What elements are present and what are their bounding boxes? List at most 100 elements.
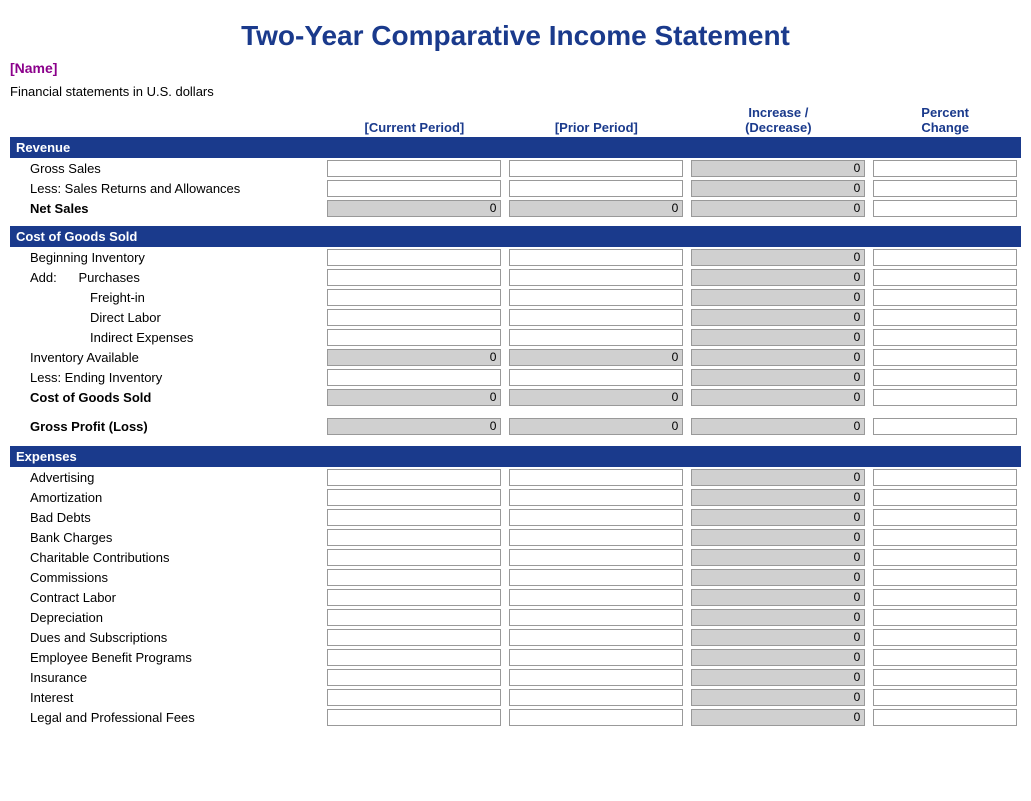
insurance-current-input[interactable] <box>327 669 501 686</box>
gross-profit-increase-val: 0 <box>691 418 865 435</box>
current-period-header: [Current Period] <box>323 101 505 137</box>
ending-inventory-percent-input[interactable] <box>873 369 1017 386</box>
interest-row: Interest 0 <box>10 687 1021 707</box>
bad-debts-prior-input[interactable] <box>509 509 683 526</box>
beginning-inventory-percent-input[interactable] <box>873 249 1017 266</box>
net-sales-increase-val: 0 <box>691 200 865 217</box>
freight-percent-input[interactable] <box>873 289 1017 306</box>
ending-inventory-prior-input[interactable] <box>509 369 683 386</box>
spacer-1 <box>10 218 1021 226</box>
dues-subscriptions-current-input[interactable] <box>327 629 501 646</box>
depreciation-increase-val: 0 <box>691 609 865 626</box>
advertising-prior-input[interactable] <box>509 469 683 486</box>
beginning-inventory-label: Beginning Inventory <box>10 247 323 267</box>
indirect-expenses-row: Indirect Expenses 0 <box>10 327 1021 347</box>
inventory-available-current-val: 0 <box>327 349 501 366</box>
beginning-inventory-prior-input[interactable] <box>509 249 683 266</box>
direct-labor-prior-input[interactable] <box>509 309 683 326</box>
bank-charges-percent-input[interactable] <box>873 529 1017 546</box>
purchases-row: Add: Purchases 0 <box>10 267 1021 287</box>
charitable-contributions-current-input[interactable] <box>327 549 501 566</box>
page: Two-Year Comparative Income Statement [N… <box>0 0 1031 747</box>
cogs-percent-input[interactable] <box>873 389 1017 406</box>
freight-label: Freight-in <box>10 287 323 307</box>
purchases-prior-input[interactable] <box>509 269 683 286</box>
table-wrapper: Financial statements in U.S. dollars [Cu… <box>10 84 1021 727</box>
purchases-increase-val: 0 <box>691 269 865 286</box>
gross-sales-prior-cell <box>505 158 687 178</box>
add-label: Add: <box>30 270 75 285</box>
commissions-percent-input[interactable] <box>873 569 1017 586</box>
legal-fees-row: Legal and Professional Fees 0 <box>10 707 1021 727</box>
employee-benefit-prior-input[interactable] <box>509 649 683 666</box>
legal-fees-current-input[interactable] <box>327 709 501 726</box>
indirect-expenses-current-input[interactable] <box>327 329 501 346</box>
charitable-contributions-prior-input[interactable] <box>509 549 683 566</box>
freight-current-input[interactable] <box>327 289 501 306</box>
column-headers: [Current Period] [Prior Period] Increase… <box>10 101 1021 137</box>
purchases-percent-input[interactable] <box>873 269 1017 286</box>
gross-profit-percent-input[interactable] <box>873 418 1017 435</box>
charitable-contributions-percent-input[interactable] <box>873 549 1017 566</box>
amortization-label: Amortization <box>10 487 323 507</box>
advertising-current-input[interactable] <box>327 469 501 486</box>
commissions-current-input[interactable] <box>327 569 501 586</box>
bad-debts-percent-input[interactable] <box>873 509 1017 526</box>
legal-fees-percent-input[interactable] <box>873 709 1017 726</box>
interest-percent-input[interactable] <box>873 689 1017 706</box>
spacer-2 <box>10 407 1021 415</box>
bank-charges-current-input[interactable] <box>327 529 501 546</box>
dues-subscriptions-row: Dues and Subscriptions 0 <box>10 627 1021 647</box>
interest-current-input[interactable] <box>327 689 501 706</box>
gross-profit-prior-val: 0 <box>509 418 683 435</box>
bank-charges-prior-input[interactable] <box>509 529 683 546</box>
income-statement-table: Financial statements in U.S. dollars [Cu… <box>10 84 1021 727</box>
freight-row: Freight-in 0 <box>10 287 1021 307</box>
indirect-expenses-prior-input[interactable] <box>509 329 683 346</box>
amortization-prior-input[interactable] <box>509 489 683 506</box>
direct-labor-label: Direct Labor <box>10 307 323 327</box>
contract-labor-prior-input[interactable] <box>509 589 683 606</box>
advertising-percent-input[interactable] <box>873 469 1017 486</box>
employee-benefit-percent-input[interactable] <box>873 649 1017 666</box>
insurance-percent-input[interactable] <box>873 669 1017 686</box>
gross-sales-label: Gross Sales <box>10 158 323 178</box>
purchases-current-input[interactable] <box>327 269 501 286</box>
amortization-current-input[interactable] <box>327 489 501 506</box>
freight-prior-input[interactable] <box>509 289 683 306</box>
dues-subscriptions-prior-input[interactable] <box>509 629 683 646</box>
bad-debts-current-input[interactable] <box>327 509 501 526</box>
gross-sales-current-input[interactable] <box>327 160 501 177</box>
net-sales-percent-input[interactable] <box>873 200 1017 217</box>
dues-subscriptions-percent-input[interactable] <box>873 629 1017 646</box>
depreciation-percent-input[interactable] <box>873 609 1017 626</box>
direct-labor-current-input[interactable] <box>327 309 501 326</box>
sales-returns-prior-input[interactable] <box>509 180 683 197</box>
insurance-prior-input[interactable] <box>509 669 683 686</box>
beginning-inventory-current-input[interactable] <box>327 249 501 266</box>
gross-sales-percent-input[interactable] <box>873 160 1017 177</box>
legal-fees-prior-input[interactable] <box>509 709 683 726</box>
contract-labor-percent-input[interactable] <box>873 589 1017 606</box>
commissions-label: Commissions <box>10 567 323 587</box>
depreciation-current-input[interactable] <box>327 609 501 626</box>
gross-sales-prior-input[interactable] <box>509 160 683 177</box>
expenses-section-header: Expenses <box>10 446 1021 467</box>
direct-labor-percent-input[interactable] <box>873 309 1017 326</box>
employee-benefit-current-input[interactable] <box>327 649 501 666</box>
sales-returns-current-input[interactable] <box>327 180 501 197</box>
cogs-total-label: Cost of Goods Sold <box>10 387 323 407</box>
indirect-expenses-percent-input[interactable] <box>873 329 1017 346</box>
insurance-row: Insurance 0 <box>10 667 1021 687</box>
amortization-percent-input[interactable] <box>873 489 1017 506</box>
sales-returns-percent-input[interactable] <box>873 180 1017 197</box>
inventory-available-percent-input[interactable] <box>873 349 1017 366</box>
commissions-prior-input[interactable] <box>509 569 683 586</box>
dues-subscriptions-increase-val: 0 <box>691 629 865 646</box>
interest-prior-input[interactable] <box>509 689 683 706</box>
percent-header: PercentChange <box>869 101 1021 137</box>
depreciation-prior-input[interactable] <box>509 609 683 626</box>
label-header <box>10 101 323 137</box>
ending-inventory-current-input[interactable] <box>327 369 501 386</box>
contract-labor-current-input[interactable] <box>327 589 501 606</box>
